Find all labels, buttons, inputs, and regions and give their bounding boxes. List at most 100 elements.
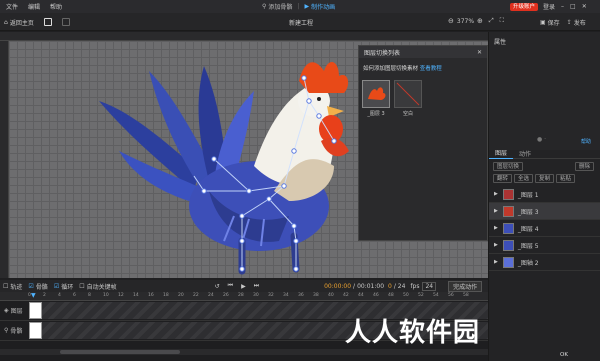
scrollbar-thumb[interactable]	[60, 350, 180, 354]
autokey-checkbox[interactable]: ☐	[79, 283, 84, 290]
pager-dots: ● ·	[537, 136, 547, 143]
next-frame-icon[interactable]: ⏭	[254, 282, 259, 290]
timeline-tick: 48	[388, 293, 394, 298]
watermark: 人人软件园	[345, 318, 481, 348]
upgrade-button[interactable]: 升级账户	[510, 2, 539, 11]
layer-thumb	[502, 256, 514, 268]
layer-item[interactable]: ▶ _图层 5	[489, 237, 600, 254]
timeline-tick: 18	[163, 293, 169, 298]
timeline-tick: 16	[148, 293, 154, 298]
timeline-tick: 24	[208, 293, 214, 298]
track-checkbox[interactable]: ☐	[3, 283, 8, 290]
timeline-ruler[interactable]: 0 2 4 6 8 10 12 14 16 18 20 22 24 26 28 30 32 34 36 38 40 42 4…	[0, 292, 488, 301]
status-indicator: OK	[560, 352, 568, 358]
current-time: 00:00:00	[324, 282, 352, 290]
layer-tools-row-1: 图层切换 删除	[489, 159, 600, 174]
close-icon[interactable]: ✕	[582, 3, 587, 10]
timeline-ticks: 0 2 4 6 8 10 12 14 16 18 20 22 24 26 28 30 32 34 36 38 40 42 4…	[28, 293, 478, 298]
expand-arrow-icon[interactable]: ▶	[494, 242, 498, 248]
prev-frame-icon[interactable]: ⏮	[228, 282, 233, 290]
keyframe[interactable]	[29, 302, 42, 319]
popup-title: 图层切换列表	[364, 49, 401, 57]
timeline-tick: 58	[463, 293, 469, 298]
popup-item-label: 空白	[402, 111, 413, 117]
login-link[interactable]: 登录	[543, 2, 555, 11]
popup-hint: 如何添加图层切换素材 查看教程	[363, 64, 487, 72]
timeline-controls: ☐ 轨迹 ☑ 骨骼 ☑ 循环 ☐ 自动关键帧 ↺ ⏮ ▶ ⏭ 00:00:00 …	[0, 280, 488, 292]
menu-help[interactable]: 帮助	[50, 2, 62, 11]
layer-item[interactable]: ▶ _图轴 2	[489, 254, 600, 271]
ruler-top	[0, 32, 488, 41]
flip-button[interactable]: 翻转	[493, 174, 513, 183]
fps-input[interactable]: 24	[422, 281, 437, 291]
popup-close-icon[interactable]: ✕	[477, 49, 482, 56]
layers-track-icon: ◈	[4, 307, 9, 314]
layer-thumb	[502, 222, 514, 234]
tutorial-link[interactable]: 查看教程	[420, 66, 442, 72]
timeline-tick: 38	[313, 293, 319, 298]
copy-button[interactable]: 复制	[535, 174, 555, 183]
zoom-out-icon[interactable]: ⊖	[448, 17, 454, 25]
fit-view-icon[interactable]: ⤢	[489, 17, 494, 25]
delete-button[interactable]: 删除	[574, 162, 594, 171]
timeline-tick: 42	[343, 293, 349, 298]
fullscreen-icon[interactable]: ⛶	[500, 17, 504, 25]
back-home-button[interactable]: 返回主页	[10, 18, 34, 27]
loop-label: 循环	[61, 283, 74, 291]
keyframe[interactable]	[29, 322, 42, 339]
home-icon[interactable]: ⌂	[4, 19, 8, 26]
zoom-in-icon[interactable]: ⊕	[477, 17, 483, 25]
menu-file[interactable]: 文件	[6, 2, 18, 11]
publish-button[interactable]: 发布	[574, 18, 586, 27]
layer-thumb	[502, 188, 514, 200]
comb-thumbnail-icon	[368, 87, 386, 100]
timeline-tick: 20	[178, 293, 184, 298]
play-icon[interactable]: ▶	[241, 283, 246, 290]
expand-arrow-icon[interactable]: ▶	[494, 225, 498, 231]
timeline-tick: 22	[193, 293, 199, 298]
finish-action-button[interactable]: 完成动作	[448, 280, 483, 292]
blank-thumb	[394, 80, 422, 108]
popup-item-blank[interactable]: 空白	[394, 80, 422, 117]
maximize-icon[interactable]: □	[570, 3, 576, 10]
expand-arrow-icon[interactable]: ▶	[494, 259, 498, 265]
minimize-icon[interactable]: –	[561, 3, 564, 10]
onion-checkbox[interactable]: ☑	[28, 283, 33, 290]
rewind-icon[interactable]: ↺	[215, 283, 220, 290]
timeline-tick: 2	[43, 293, 46, 298]
loop-checkbox[interactable]: ☑	[54, 283, 59, 290]
layer-item[interactable]: ▶ _图层 1	[489, 186, 600, 203]
timeline-tick: 54	[433, 293, 439, 298]
frame-tool-icon[interactable]	[62, 18, 70, 26]
select-all-button[interactable]: 全选	[514, 174, 534, 183]
popup-header: 图层切换列表 ✕	[359, 46, 487, 58]
popup-item-layer3[interactable]: _图层 3	[362, 80, 390, 117]
layer-item[interactable]: ▶ _图层 3	[489, 203, 600, 220]
tab-actions[interactable]: 动作	[513, 150, 537, 159]
tab-layers[interactable]: 图层	[489, 149, 514, 159]
fps-label: fps	[410, 282, 420, 290]
expand-arrow-icon[interactable]: ▶	[494, 208, 498, 214]
layer-switch-button[interactable]: 图层切换	[493, 162, 524, 171]
timeline-scrollbar[interactable]	[0, 349, 488, 355]
zoom-level: 377%	[456, 17, 475, 25]
layer-item-label: _图层 4	[517, 225, 539, 233]
select-tool-icon[interactable]	[44, 18, 52, 26]
timeline-tick: 26	[223, 293, 229, 298]
bones-track-icon: ⚲	[4, 327, 9, 334]
onion-label: 骨骼	[35, 283, 48, 291]
total-time: 00:01:00	[357, 282, 385, 290]
expand-arrow-icon[interactable]: ▶	[494, 191, 498, 197]
save-button[interactable]: 保存	[548, 18, 560, 27]
menu-edit[interactable]: 编辑	[28, 2, 40, 11]
playhead-icon[interactable]: ▼	[31, 292, 36, 299]
layer-item[interactable]: ▶ _图层 4	[489, 220, 600, 237]
layer-item-label: _图轴 2	[517, 259, 539, 267]
paste-button[interactable]: 粘贴	[556, 174, 576, 183]
mode-make-animation[interactable]: 制作动画	[311, 2, 335, 11]
mode-add-bones[interactable]: 添加骨骼	[268, 2, 292, 11]
layer-thumb	[502, 205, 514, 217]
timeline-tick: 44	[358, 293, 364, 298]
properties-help-link[interactable]: 帮助	[581, 138, 591, 145]
layer-list: ▶ _图层 1 ▶ _图层 3 ▶ _图层 4 ▶ _图层 5 ▶ _图轴 2	[489, 186, 600, 271]
